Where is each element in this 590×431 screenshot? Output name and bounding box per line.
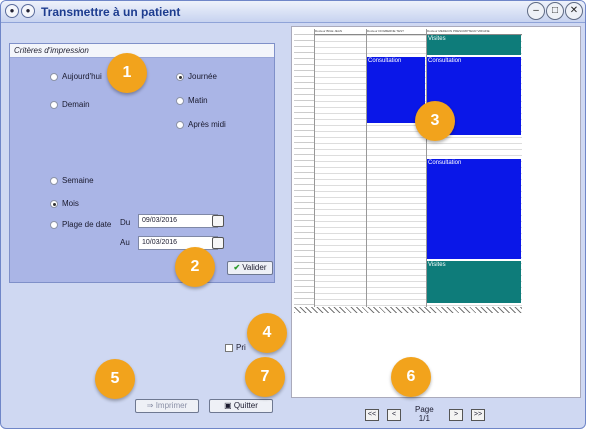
radio-journee[interactable]: Journée: [176, 72, 217, 81]
next-page-button[interactable]: >: [449, 409, 463, 421]
minimize-icon[interactable]: –: [527, 2, 545, 20]
prev-page-button[interactable]: <: [387, 409, 401, 421]
radio-dot[interactable]: [50, 176, 58, 185]
callout-badge-3: 3: [415, 101, 455, 141]
radio-aujourdhui[interactable]: Aujourd'hui: [50, 72, 102, 81]
radio-mois[interactable]: Mois: [50, 199, 79, 208]
appointment-visites: Visites: [427, 261, 521, 303]
imprimer-button[interactable]: ⇒ Imprimer: [135, 399, 199, 413]
callout-badge-1: 1: [107, 53, 147, 93]
system-menu-icon[interactable]: ●: [5, 4, 19, 18]
calendar-icon[interactable]: [212, 215, 224, 227]
last-page-button[interactable]: >>: [471, 409, 485, 421]
refresh-icon[interactable]: ●: [21, 4, 35, 18]
check-icon: ✔: [233, 263, 241, 272]
callout-badge-6: 6: [391, 357, 431, 397]
calendar-icon[interactable]: [212, 237, 224, 249]
radio-matin[interactable]: Matin: [176, 96, 208, 105]
callout-badge-7: 7: [245, 357, 285, 397]
valider-button[interactable]: ✔ Valider: [227, 261, 273, 275]
date-from-input[interactable]: 09/03/2016: [138, 214, 218, 228]
quitter-button[interactable]: ▣ Quitter: [209, 399, 273, 413]
radio-dot[interactable]: [50, 72, 58, 81]
hatched-footer: [294, 307, 522, 313]
exit-icon: ▣: [224, 401, 234, 410]
radio-apres-midi[interactable]: Après midi: [176, 120, 226, 129]
radio-demain[interactable]: Demain: [50, 100, 90, 109]
page-indicator: Page 1/1: [415, 405, 434, 423]
radio-dot-selected[interactable]: [50, 199, 58, 208]
printer-icon: ⇒: [146, 401, 156, 410]
callout-badge-2: 2: [175, 247, 215, 287]
radio-dot[interactable]: [176, 96, 184, 105]
date-to-input[interactable]: 10/03/2016: [138, 236, 218, 250]
dialog-window: ● ● Transmettre à un patient – □ ✕ Critè…: [0, 0, 586, 429]
time-slot: [294, 299, 314, 305]
column: [314, 35, 366, 309]
time-column: [294, 29, 314, 309]
window-title: Transmettre à un patient: [41, 5, 181, 19]
checkbox-box[interactable]: [225, 343, 233, 352]
appointment-consultation: Consultation: [427, 159, 521, 259]
maximize-icon[interactable]: □: [546, 2, 564, 20]
criteria-header: Critères d'impression: [10, 44, 274, 58]
print-preview: Docteur BIGE JEAN Docteur DOGBERNE TEST …: [291, 26, 581, 398]
print-checkbox[interactable]: Pri: [225, 343, 246, 352]
first-page-button[interactable]: <<: [365, 409, 379, 421]
radio-semaine[interactable]: Semaine: [50, 176, 94, 185]
schedule-grid: Docteur BIGE JEAN Docteur DOGBERNE TEST …: [294, 29, 522, 313]
radio-dot[interactable]: [50, 220, 58, 229]
radio-plage-de-date[interactable]: Plage de date: [50, 220, 111, 229]
title-bar: ● ● Transmettre à un patient – □ ✕: [1, 1, 585, 23]
du-label: Du: [120, 218, 131, 227]
appointment-visites: Visites: [427, 35, 521, 55]
close-icon[interactable]: ✕: [565, 2, 583, 20]
callout-badge-4: 4: [247, 313, 287, 353]
radio-dot[interactable]: [50, 100, 58, 109]
callout-badge-5: 5: [95, 359, 135, 399]
radio-dot[interactable]: [176, 120, 184, 129]
radio-dot-selected[interactable]: [176, 72, 184, 81]
au-label: Au: [120, 238, 130, 247]
